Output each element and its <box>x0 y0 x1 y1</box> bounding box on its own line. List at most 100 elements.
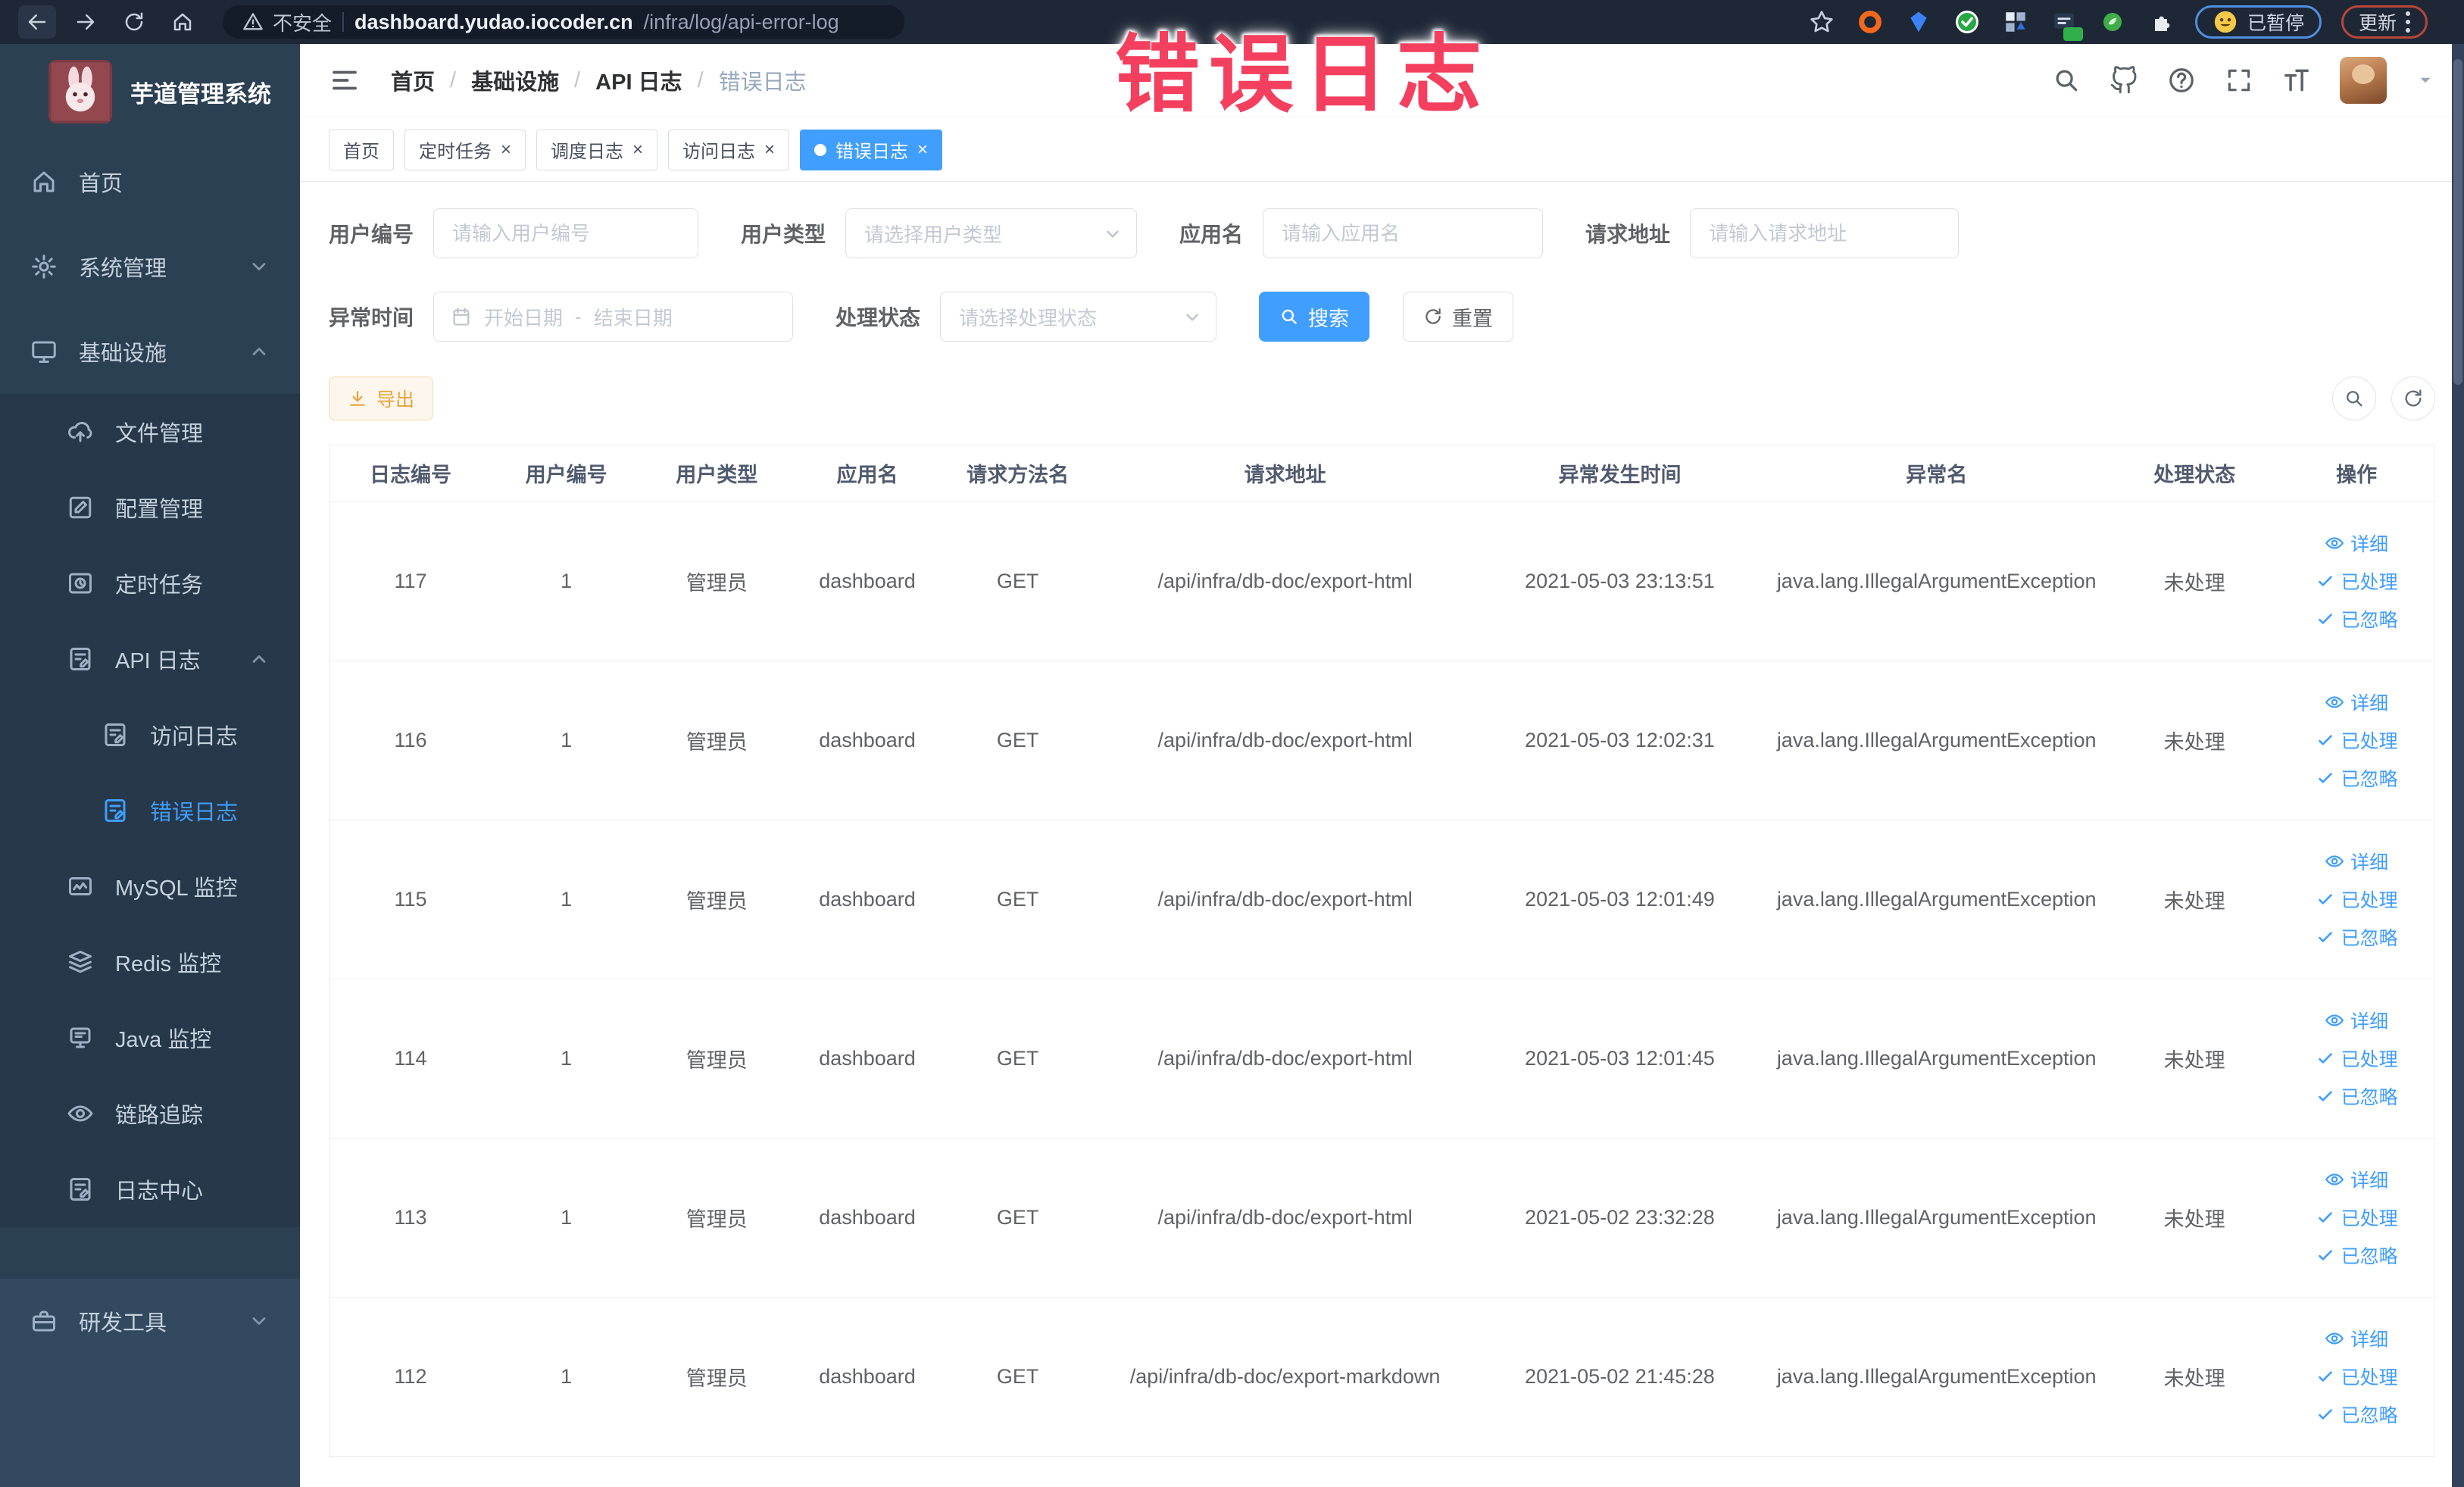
security-badge[interactable]: 不安全 <box>242 8 332 36</box>
sidebar-item-home[interactable]: 首页 <box>0 139 300 224</box>
action-mark-ignored[interactable]: 已忽略 <box>2316 1082 2398 1110</box>
sidebar-item-log-center[interactable]: 日志中心 <box>0 1151 300 1227</box>
app-logo[interactable]: 芋道管理系统 <box>0 44 300 139</box>
browser-forward-button[interactable] <box>67 5 105 39</box>
tab-schedule-log[interactable]: 调度日志 × <box>536 129 658 170</box>
column-header: 请求方法名 <box>942 445 1094 502</box>
fullscreen-icon[interactable] <box>2225 66 2253 95</box>
extension-green-check-icon[interactable] <box>1953 8 1982 36</box>
search-icon[interactable] <box>2052 66 2081 95</box>
action-mark-ignored[interactable]: 已忽略 <box>2316 1242 2398 1269</box>
cell-user-id: 1 <box>491 501 642 661</box>
github-icon[interactable] <box>2110 66 2138 95</box>
sidebar-collapse-icon[interactable] <box>329 64 361 96</box>
request-url-input[interactable] <box>1690 208 1960 258</box>
sidebar-item-redis-monitor[interactable]: Redis 监控 <box>0 924 300 1000</box>
action-mark-ignored[interactable]: 已忽略 <box>2316 1401 2398 1428</box>
sidebar-item-mysql-monitor[interactable]: MySQL 监控 <box>0 848 300 924</box>
sidebar-item-devtools[interactable]: 研发工具 <box>0 1279 300 1364</box>
action-mark-processed[interactable]: 已处理 <box>2316 886 2398 913</box>
extension-orange-icon[interactable] <box>1856 8 1885 36</box>
action-detail[interactable]: 详细 <box>2325 1325 2388 1352</box>
search-button[interactable]: 搜索 <box>1259 292 1370 342</box>
tab-access-log[interactable]: 访问日志 × <box>668 129 790 170</box>
tab-error-log[interactable]: 错误日志 × <box>800 129 943 170</box>
action-label: 详细 <box>2350 693 2389 714</box>
bookmark-star-icon[interactable] <box>1807 8 1836 36</box>
action-mark-ignored[interactable]: 已忽略 <box>2316 764 2398 792</box>
search-icon <box>1282 309 1297 324</box>
url-host: dashboard.yudao.iocoder.cn <box>354 10 633 33</box>
action-mark-processed[interactable]: 已处理 <box>2316 726 2398 754</box>
extension-blue-drop-icon[interactable] <box>1904 8 1933 36</box>
close-icon[interactable]: × <box>632 140 643 159</box>
extension-grid-icon[interactable] <box>2001 8 2030 36</box>
reset-button-label: 重置 <box>1452 307 1494 330</box>
sidebar-item-api-log[interactable]: API 日志 <box>0 621 300 697</box>
browser-home-button[interactable] <box>164 5 201 39</box>
action-detail[interactable]: 详细 <box>2325 1166 2388 1193</box>
breadcrumb-item-home[interactable]: 首页 <box>391 64 435 96</box>
help-icon[interactable] <box>2167 66 2196 95</box>
address-bar[interactable]: 不安全 dashboard.yudao.iocoder.cn/infra/log… <box>223 5 904 39</box>
chevron-down-icon <box>1186 314 1198 321</box>
page-scrollbar[interactable] <box>2452 44 2464 1487</box>
process-status-select[interactable]: 请选择处理状态 <box>940 292 1217 342</box>
extension-green-leaf-icon[interactable] <box>2098 8 2127 36</box>
cell-app-name: dashboard <box>792 501 942 661</box>
user-type-select[interactable]: 请选择用户类型 <box>845 208 1138 258</box>
cell-log-id: 116 <box>329 661 492 820</box>
action-mark-ignored[interactable]: 已忽略 <box>2316 923 2398 951</box>
sidebar-item-file-management[interactable]: 文件管理 <box>0 394 300 470</box>
action-mark-processed[interactable]: 已处理 <box>2316 567 2398 595</box>
action-detail[interactable]: 详细 <box>2325 848 2388 875</box>
browser-back-button[interactable] <box>18 5 56 39</box>
browser-reload-button[interactable] <box>115 5 153 39</box>
sidebar-item-infrastructure[interactable]: 基础设施 <box>0 309 300 394</box>
action-mark-processed[interactable]: 已处理 <box>2316 1045 2398 1072</box>
extension-puzzle-icon[interactable] <box>2147 8 2175 36</box>
sidebar-item-error-log[interactable]: 错误日志 <box>0 773 300 848</box>
sidebar-item-scheduled-tasks[interactable]: 定时任务 <box>0 545 300 621</box>
filter-label: 处理状态 <box>835 306 921 330</box>
tab-scheduled-tasks[interactable]: 定时任务 × <box>404 129 526 170</box>
app-name-input[interactable] <box>1263 208 1544 258</box>
cell-app-name: dashboard <box>792 1138 942 1298</box>
tab-home[interactable]: 首页 <box>329 129 394 170</box>
refresh-table-button[interactable] <box>2391 376 2435 420</box>
action-mark-processed[interactable]: 已处理 <box>2316 1363 2398 1390</box>
extension-paused-pill[interactable]: 已暂停 <box>2194 5 2322 39</box>
user-id-input[interactable] <box>433 208 699 258</box>
sidebar-item-trace[interactable]: 链路追踪 <box>0 1076 300 1151</box>
date-range-picker[interactable]: 开始日期 - 结束日期 <box>433 292 794 342</box>
browser-update-button[interactable]: 更新 <box>2341 5 2428 39</box>
scrollbar-thumb[interactable] <box>2453 59 2462 385</box>
column-header: 用户类型 <box>641 445 793 502</box>
chevron-up-icon <box>252 348 266 355</box>
reset-button[interactable]: 重置 <box>1403 292 1514 342</box>
action-mark-ignored[interactable]: 已忽略 <box>2316 605 2398 633</box>
close-icon[interactable]: × <box>501 140 511 159</box>
toggle-search-button[interactable] <box>2332 376 2376 420</box>
extension-switch-icon[interactable] <box>2050 8 2083 41</box>
font-size-icon[interactable] <box>2282 66 2311 95</box>
log-icon <box>70 1178 91 1201</box>
sidebar: 芋道管理系统 首页 系统管理 基础设施 文件管理 配置管理 定时任务 API 日… <box>0 44 300 1487</box>
action-detail[interactable]: 详细 <box>2325 1007 2388 1034</box>
sidebar-item-java-monitor[interactable]: Java 监控 <box>0 1000 300 1076</box>
close-icon[interactable]: × <box>764 140 775 159</box>
breadcrumb-item-infrastructure[interactable]: 基础设施 <box>471 64 559 96</box>
menu-dots-icon[interactable] <box>2406 11 2410 33</box>
sidebar-item-config-management[interactable]: 配置管理 <box>0 470 300 545</box>
caret-down-icon[interactable] <box>2416 70 2435 90</box>
breadcrumb-item-api-log[interactable]: API 日志 <box>595 64 682 96</box>
sidebar-item-access-log[interactable]: 访问日志 <box>0 697 300 773</box>
user-avatar[interactable] <box>2340 57 2387 104</box>
action-label: 已处理 <box>2341 1208 2398 1229</box>
action-detail[interactable]: 详细 <box>2325 530 2388 557</box>
export-button[interactable]: 导出 <box>329 376 434 420</box>
sidebar-item-system-management[interactable]: 系统管理 <box>0 224 300 309</box>
close-icon[interactable]: × <box>917 140 928 159</box>
action-detail[interactable]: 详细 <box>2325 689 2388 716</box>
action-mark-processed[interactable]: 已处理 <box>2316 1204 2398 1231</box>
